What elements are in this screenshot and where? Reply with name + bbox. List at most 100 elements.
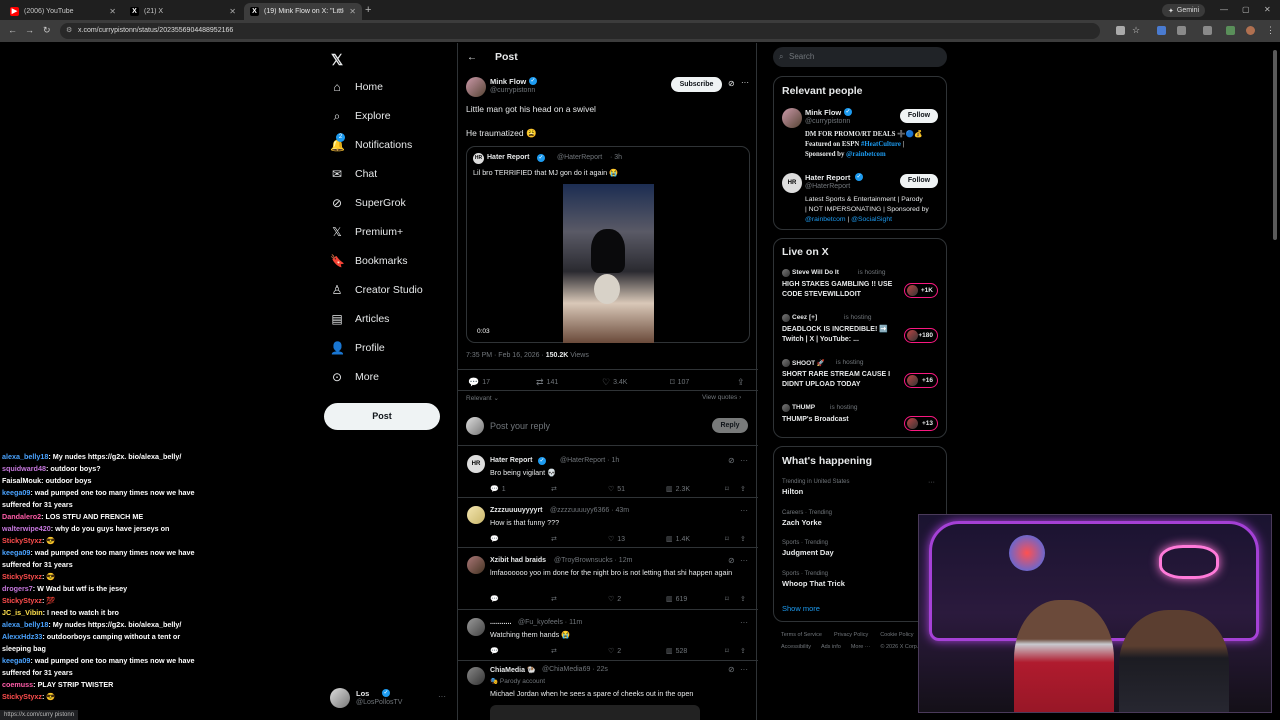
repost-action[interactable]: ⇄ — [551, 535, 557, 543]
gemini-button[interactable]: ✦ Gemini — [1162, 4, 1206, 17]
chat-username[interactable]: squidward48 — [2, 464, 46, 473]
like-action[interactable]: ♡ 2 — [608, 595, 621, 604]
views-action[interactable]: ▥ 2.3K — [666, 485, 690, 494]
puzzle-icon[interactable] — [1177, 26, 1186, 35]
person-avatar[interactable]: HR — [782, 173, 802, 193]
share-action[interactable]: ⇪ — [737, 377, 745, 388]
tab-x-post[interactable]: X (19) Mink Flow on X: "Little ma ✕ — [244, 3, 362, 20]
close-window-icon[interactable]: ✕ — [1264, 5, 1271, 14]
live-item[interactable]: Steve Will Do It is hosting HIGH STAKES … — [774, 266, 946, 306]
site-info-icon[interactable]: ⚙ — [66, 23, 72, 39]
reply-action[interactable]: 💬 1 — [490, 485, 506, 494]
author-name[interactable]: Mink Flow — [490, 77, 526, 86]
download-icon[interactable] — [1226, 26, 1235, 35]
extension-icon[interactable] — [1157, 26, 1166, 35]
reply-action[interactable]: 💬 17 — [468, 377, 490, 388]
grok-icon[interactable]: ⊘ — [728, 456, 735, 465]
follow-button[interactable]: Follow — [900, 109, 938, 123]
like-action[interactable]: ♡ 51 — [608, 485, 625, 494]
tab-youtube[interactable]: ▶ (2006) YouTube ✕ — [4, 3, 122, 20]
x-logo[interactable]: 𝕏 — [331, 51, 343, 69]
reply-item[interactable]: Zzzzuuuuyyyyrt @zzzzuuuuyy6366 · 43m ···… — [458, 498, 758, 547]
grok-icon[interactable]: ⊘ — [728, 665, 735, 674]
grok-icon[interactable]: ⊘ — [728, 79, 735, 88]
views-action[interactable]: ▥ 1.4K — [666, 535, 690, 544]
footer-link[interactable]: Ads info — [821, 644, 841, 650]
reply-item[interactable]: HR Hater Report ✓ @HaterReport · 1h ⊘ ··… — [458, 447, 758, 497]
chat-username[interactable]: StickyStyxz — [2, 692, 42, 701]
chat-username[interactable]: JC_is_Vibin — [2, 608, 43, 617]
nav-notifications[interactable]: 🔔 2 Notifications — [330, 133, 412, 155]
video-thumbnail[interactable] — [563, 184, 654, 343]
reply-action[interactable]: 💬 — [490, 535, 499, 543]
chat-username[interactable]: walterwipe420 — [2, 524, 51, 533]
nav-creator-studio[interactable]: ♙ Creator Studio — [330, 280, 423, 300]
close-icon[interactable]: ✕ — [349, 7, 356, 16]
profile-avatar[interactable] — [1246, 26, 1255, 35]
person-name[interactable]: Hater Report — [805, 173, 850, 182]
reply-item[interactable]: ........... @Fu_kyofeels · 11m ··· Watch… — [458, 610, 758, 660]
account-switcher[interactable]: Los ✓ @LosPollosTV ··· — [330, 686, 448, 712]
bookmark-icon[interactable]: ⌑ — [725, 647, 729, 655]
reply-button[interactable]: Reply — [712, 418, 748, 433]
bookmark-action[interactable]: ⌑ 107 — [670, 377, 689, 388]
footer-link[interactable]: Privacy Policy — [834, 632, 868, 638]
back-arrow-icon[interactable]: ← — [467, 52, 477, 63]
search-input[interactable]: ⌕ Search — [773, 47, 947, 67]
more-dots-icon[interactable]: ··· — [741, 78, 749, 87]
mention-link[interactable]: @SocialSight — [851, 216, 892, 223]
more-dots-icon[interactable]: ··· — [740, 506, 748, 515]
scrollbar[interactable] — [1273, 50, 1277, 240]
chat-username[interactable]: coemuss — [2, 680, 33, 689]
like-action[interactable]: ♡ 3.4K — [602, 377, 627, 388]
chat-username[interactable]: keega09 — [2, 488, 30, 497]
more-dots-icon[interactable]: ··· — [740, 665, 748, 674]
footer-link[interactable]: More ··· — [851, 644, 871, 650]
share-icon[interactable]: ⇪ — [740, 485, 746, 493]
nav-bookmarks[interactable]: 🔖 Bookmarks — [330, 251, 408, 271]
author-avatar[interactable] — [466, 77, 486, 97]
more-dots-icon[interactable]: ··· — [438, 692, 446, 701]
share-icon[interactable]: ⇪ — [740, 595, 746, 603]
chat-username[interactable]: Dandalero2 — [2, 512, 41, 521]
person-name[interactable]: Mink Flow — [805, 108, 841, 117]
reply-media[interactable] — [490, 705, 700, 720]
new-tab-button[interactable]: + — [365, 4, 371, 16]
live-item[interactable]: THUMP is hosting THUMP's Broadcast +13 — [774, 401, 946, 433]
repost-action[interactable]: ⇄ — [551, 485, 557, 493]
subscribe-button[interactable]: Subscribe — [671, 77, 722, 92]
more-dots-icon[interactable]: ··· — [740, 456, 748, 465]
show-more-link[interactable]: Show more — [782, 604, 820, 613]
views-action[interactable]: ▥ 528 — [666, 647, 687, 656]
close-icon[interactable]: ✕ — [229, 7, 236, 16]
url-field[interactable]: ⚙ x.com/currypistonn/status/202355690448… — [60, 23, 1100, 39]
trend-item[interactable]: Trending in United States Hilton ··· — [782, 479, 942, 496]
repost-action[interactable]: ⇄ 141 — [536, 377, 558, 388]
reply-input[interactable]: Post your reply — [490, 421, 550, 431]
footer-link[interactable]: Accessibility — [781, 644, 811, 650]
share-icon[interactable]: ⇪ — [740, 647, 746, 655]
nav-articles[interactable]: ▤ Articles — [330, 309, 389, 329]
author-handle[interactable]: @currypistonn — [490, 87, 535, 94]
repost-action[interactable]: ⇄ — [551, 595, 557, 603]
reload-icon[interactable]: ↻ — [43, 25, 51, 36]
screen-icon[interactable] — [1116, 26, 1125, 35]
chat-username[interactable]: StickyStyxz — [2, 572, 42, 581]
bookmark-icon[interactable]: ⌑ — [725, 485, 729, 493]
follow-button[interactable]: Follow — [900, 174, 938, 188]
nav-chat[interactable]: ✉ Chat — [330, 164, 377, 184]
reply-action[interactable]: 💬 — [490, 595, 499, 603]
mention-link[interactable]: @rainbetcom — [805, 216, 846, 223]
forward-icon[interactable]: → — [25, 25, 34, 35]
like-action[interactable]: ♡ 13 — [608, 535, 625, 544]
reply-item[interactable]: Xzibit had braids @TroyBrownsucks · 12m … — [458, 548, 758, 608]
person-avatar[interactable] — [782, 108, 802, 128]
hashtag-link[interactable]: #HeatCulture — [861, 141, 901, 148]
live-item[interactable]: SHOOT 🚀 is hosting SHORT RARE STREAM CAU… — [774, 356, 946, 396]
more-dots-icon[interactable]: ··· — [928, 479, 935, 486]
close-icon[interactable]: ✕ — [109, 7, 116, 16]
chat-username[interactable]: drogers7 — [2, 584, 33, 593]
grok-icon[interactable]: ⊘ — [728, 556, 735, 565]
repost-action[interactable]: ⇄ — [551, 647, 557, 655]
chat-username[interactable]: keega09 — [2, 656, 30, 665]
